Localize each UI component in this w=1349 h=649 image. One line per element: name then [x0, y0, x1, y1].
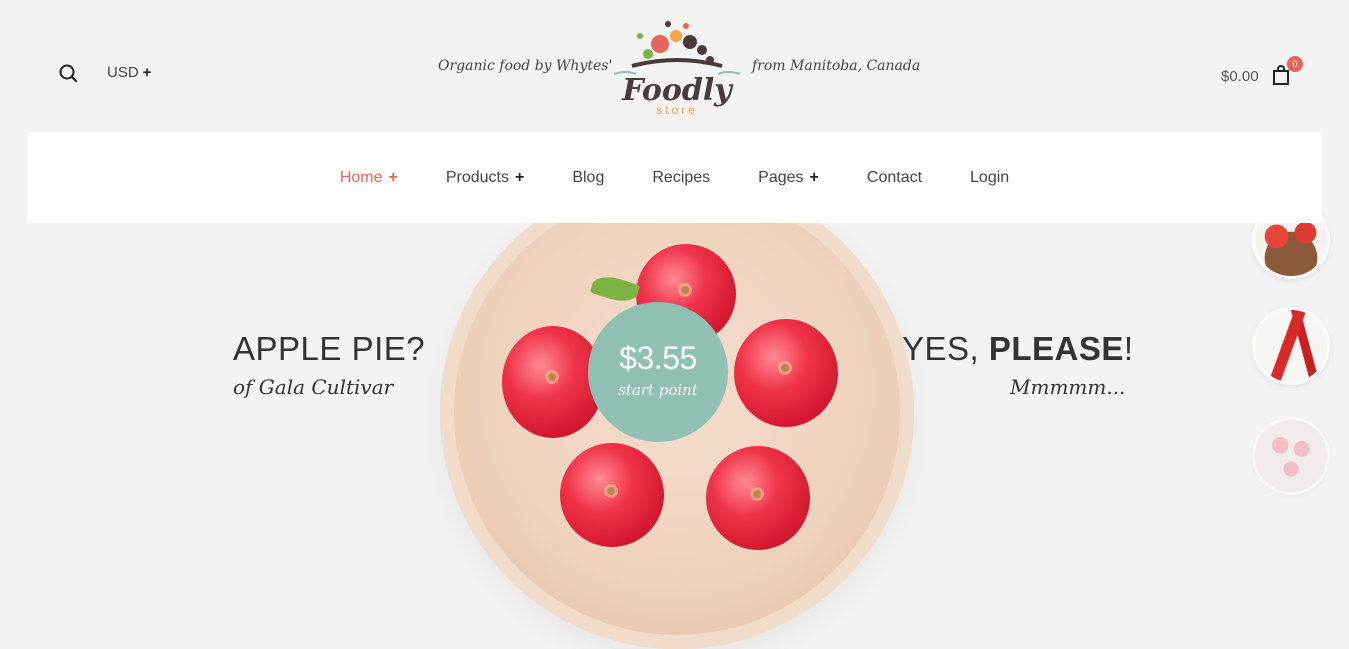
hero-subheadline-left: of Gala Cultivar — [233, 375, 394, 399]
hero-headline-left: APPLE PIE? — [233, 330, 426, 367]
nav-item-home[interactable]: Home + — [340, 169, 398, 187]
hero-headline-right: YES, PLEASE! — [902, 330, 1134, 367]
slide-thumbnail-apples[interactable] — [1252, 417, 1330, 495]
plus-icon: + — [514, 168, 525, 186]
apple-image — [706, 446, 810, 550]
slide-thumbnail-peppers[interactable] — [1252, 307, 1330, 385]
nav-item-blog[interactable]: Blog — [572, 169, 604, 187]
nav-item-pages[interactable]: Pages + — [758, 169, 819, 187]
hero-slider: $3.55 start point APPLE PIE? of Gala Cul… — [0, 0, 1349, 649]
price-value: $3.55 — [619, 340, 697, 376]
plus-icon: + — [809, 168, 819, 186]
main-nav: Home + Products + Blog Recipes Pages + Cont… — [27, 132, 1322, 223]
nav-item-products[interactable]: Products + — [446, 169, 524, 187]
apple-image — [734, 319, 838, 427]
nav-item-login[interactable]: Login — [970, 169, 1009, 187]
price-badge: $3.55 start point — [588, 302, 728, 442]
apple-image — [560, 443, 664, 547]
plus-icon: + — [388, 168, 398, 186]
hero-subheadline-right: Mmmmm... — [1010, 375, 1126, 399]
nav-item-contact[interactable]: Contact — [867, 169, 922, 187]
nav-item-recipes[interactable]: Recipes — [652, 169, 710, 187]
price-subtitle: start point — [618, 381, 698, 399]
